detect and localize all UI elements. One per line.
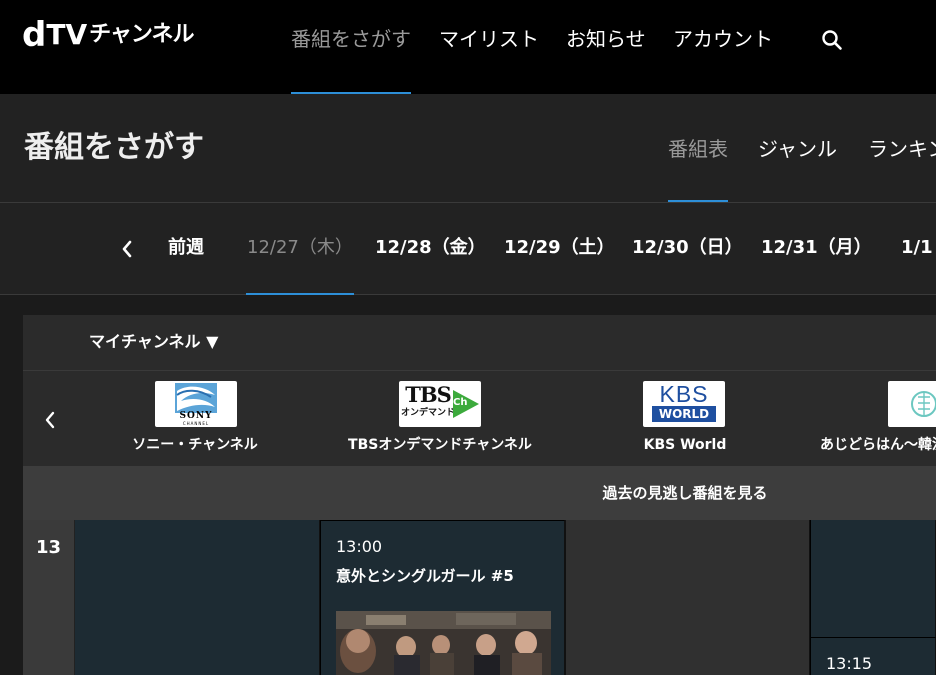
sony-logo-subtext: CHANNEL [182,421,210,426]
date-active-indicator [246,293,354,295]
channel-row: SONY CHANNEL ソニー・チャンネル TBS オンデマンド Ch TBS… [23,371,936,466]
hour-label: 13 [36,537,62,558]
program-time: 13:00 [336,537,383,556]
program-cell[interactable]: 13:15 [810,637,936,675]
program-cell[interactable] [810,520,936,637]
kbs-world-logo: KBS WORLD [643,381,725,427]
logo-tv: TV [46,18,88,51]
tab-ranking[interactable]: ランキン [868,136,936,162]
search-icon[interactable] [821,29,843,51]
channel-name: あじどらはん〜韓流 [820,437,936,453]
page-title: 番組をさがす [24,130,204,165]
past-programs-link[interactable]: 過去の見逃し番組を見る [23,482,936,504]
tbs-logo-text: TBS [405,382,452,407]
program-thumbnail [336,611,551,675]
program-cell[interactable]: 13:00 意外とシングルガール #5 [320,520,565,675]
date-tab[interactable]: 12/27（木） [247,236,353,260]
ajidora-logo [888,381,936,427]
channel-name: KBS World [643,437,727,453]
kbs-logo-text: KBS [659,381,709,407]
my-channel-row: マイチャンネル ▼ [23,315,936,371]
section-header: 番組をさがす 番組表 ジャンル ランキン [0,94,936,203]
date-tab[interactable]: 12/29（土） [504,236,615,260]
tbs-logo-subtext: オンデマンド [401,408,456,418]
program-cell[interactable] [565,520,810,675]
schedule-grid: 13 13:00 意外とシングルガール #5 13:15 [23,520,936,675]
logo-d: d [22,15,46,55]
my-channel-dropdown[interactable]: マイチャンネル ▼ [89,331,218,353]
program-cell[interactable] [75,520,320,675]
date-tab[interactable]: 12/31（月） [761,236,872,260]
top-nav: d TV チャンネル 番組をさがす マイリスト お知らせ アカウント [0,0,936,94]
tbs-ondemand-logo: TBS オンデマンド Ch [399,381,481,427]
prev-week-link[interactable]: 前週 [168,236,204,260]
channel-name: TBSオンデマンドチャンネル [348,437,532,453]
chevron-left-icon[interactable] [118,237,136,261]
sony-logo-text: SONY [179,411,213,421]
program-time: 13:15 [826,654,873,673]
chevron-left-icon[interactable] [42,409,58,431]
tab-genre[interactable]: ジャンル [758,136,837,162]
date-tab[interactable]: 12/28（金） [375,236,486,260]
program-guide: マイチャンネル ▼ SONY CHANNEL ソニー・チャンネル TBS オンデ… [23,315,936,675]
tab-active-indicator [668,200,728,202]
nav-item-mylist[interactable]: マイリスト [439,26,539,52]
sony-channel-logo: SONY CHANNEL [155,381,237,427]
date-tab[interactable]: 1/1 [901,236,933,260]
tbs-ch-badge: Ch [453,397,468,408]
tab-schedule[interactable]: 番組表 [668,136,728,162]
kbs-logo-subtext: WORLD [652,406,716,422]
nav-item-account[interactable]: アカウント [673,26,773,52]
hour-column: 13 [23,520,75,675]
date-selector: 前週 12/27（木） 12/28（金） 12/29（土） 12/30（日） 1… [0,203,936,295]
past-programs-row[interactable]: 過去の見逃し番組を見る [23,466,936,520]
nav-item-notices[interactable]: お知らせ [566,26,646,52]
nav-item-search-programs[interactable]: 番組をさがす [291,26,411,52]
channel-name: ソニー・チャンネル [132,437,258,453]
program-title: 意外とシングルガール #5 [336,567,514,585]
dtv-channel-logo[interactable]: d TV チャンネル [22,15,194,55]
date-tab[interactable]: 12/30（日） [632,236,743,260]
logo-channel: チャンネル [89,22,194,47]
